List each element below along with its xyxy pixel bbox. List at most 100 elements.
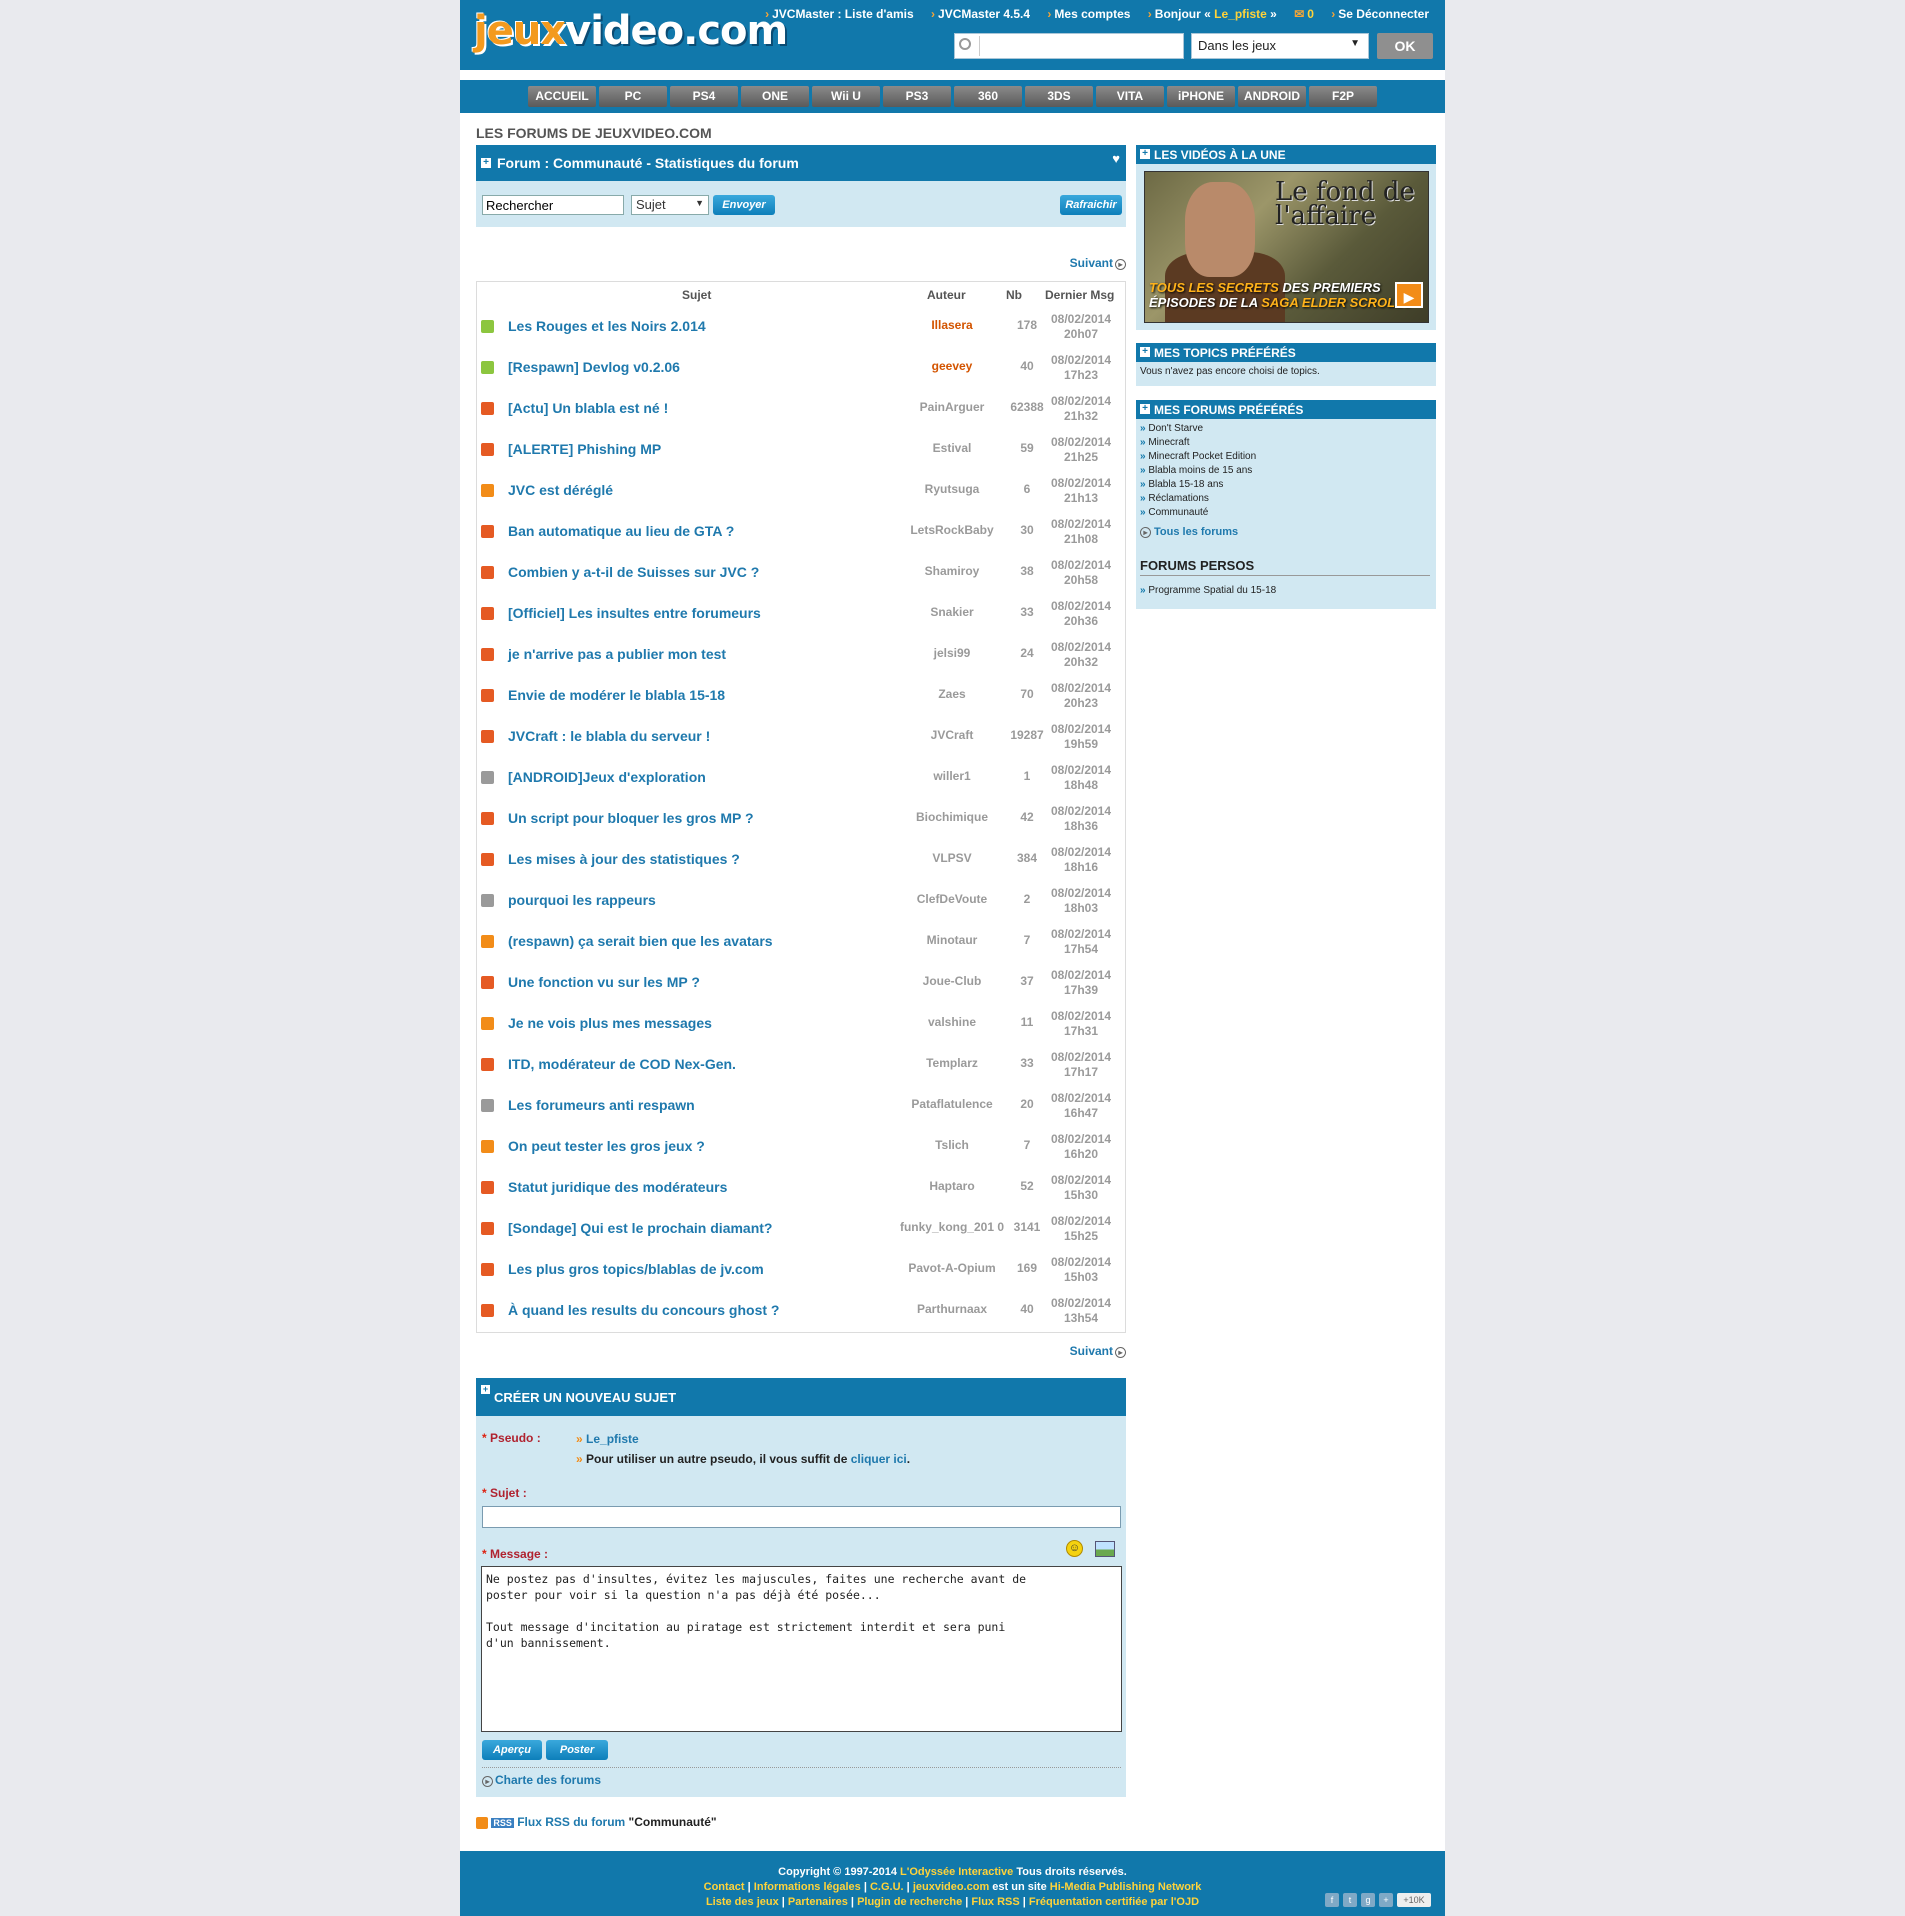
topic-row[interactable]: JVCraft : le blabla du serveur ! JVCraft 1…: [477, 716, 1125, 757]
topic-row[interactable]: Les Rouges et les Noirs 2.014 Illasera 178…: [477, 306, 1125, 347]
topic-row[interactable]: (respawn) ça serait bien que les avatars…: [477, 921, 1125, 962]
topic-subject-link[interactable]: On peut tester les gros jeux ?: [508, 1138, 705, 1154]
company-link[interactable]: L'Odyssée Interactive: [900, 1866, 1013, 1878]
nav-tab-ps4[interactable]: PS4: [670, 86, 738, 107]
topic-author[interactable]: Minotaur: [897, 933, 1007, 947]
topic-last-message[interactable]: 08/02/2014 16h20: [1039, 1132, 1123, 1162]
topic-author[interactable]: Ryutsuga: [897, 482, 1007, 496]
search-type-select[interactable]: Sujet ▼: [631, 195, 709, 215]
smiley-icon[interactable]: ☺: [1066, 1540, 1083, 1557]
topic-row[interactable]: On peut tester les gros jeux ? Tslich 7 08/…: [477, 1126, 1125, 1167]
expand-icon[interactable]: +: [481, 158, 491, 168]
topic-subject-link[interactable]: Je ne vois plus mes messages: [508, 1015, 712, 1031]
topic-last-message[interactable]: 08/02/2014 15h03: [1039, 1255, 1123, 1285]
post-button[interactable]: Poster: [546, 1740, 608, 1760]
facebook-icon[interactable]: f: [1325, 1893, 1339, 1907]
topic-last-message[interactable]: 08/02/2014 18h16: [1039, 845, 1123, 875]
topic-subject-link[interactable]: Les plus gros topics/blablas de jv.com: [508, 1261, 764, 1277]
partners-link[interactable]: Partenaires: [788, 1896, 848, 1908]
topic-subject-link[interactable]: [Actu] Un blabla est né !: [508, 400, 668, 416]
topic-subject-link[interactable]: je n'arrive pas a publier mon test: [508, 646, 726, 662]
topic-row[interactable]: Statut juridique des modérateurs Haptaro 5…: [477, 1167, 1125, 1208]
topic-last-message[interactable]: 08/02/2014 21h32: [1039, 394, 1123, 424]
next-page-link-top[interactable]: Suivant ▸: [1070, 256, 1126, 270]
topic-author[interactable]: Templarz: [897, 1056, 1007, 1070]
topic-subject-link[interactable]: Combien y a-t-il de Suisses sur JVC ?: [508, 564, 759, 580]
pseudo-value[interactable]: Le_pfiste: [586, 1432, 639, 1446]
nav-tab-one[interactable]: ONE: [741, 86, 809, 107]
topic-author[interactable]: willer1: [897, 769, 1007, 783]
nav-tab-3ds[interactable]: 3DS: [1025, 86, 1093, 107]
topic-last-message[interactable]: 08/02/2014 17h17: [1039, 1050, 1123, 1080]
topic-author[interactable]: Snakier: [897, 605, 1007, 619]
topic-row[interactable]: je n'arrive pas a publier mon test jelsi9…: [477, 634, 1125, 675]
topic-author[interactable]: Zaes: [897, 687, 1007, 701]
topic-subject-link[interactable]: Les mises à jour des statistiques ?: [508, 851, 740, 867]
topic-author[interactable]: funky_kong_201 0: [897, 1220, 1007, 1234]
logout-link[interactable]: › Se Déconnecter: [1331, 7, 1429, 21]
topic-row[interactable]: [Officiel] Les insultes entre forumeurs S…: [477, 593, 1125, 634]
topic-author[interactable]: Illasera: [897, 318, 1007, 332]
fav-forum-item[interactable]: » Communauté: [1140, 507, 1208, 518]
subject-input[interactable]: [482, 1506, 1121, 1528]
himedia-link[interactable]: Hi-Media Publishing Network: [1050, 1881, 1202, 1893]
twitter-icon[interactable]: t: [1343, 1893, 1357, 1907]
topic-row[interactable]: JVC est déréglé Ryutsuga 6 08/02/2014 21h13: [477, 470, 1125, 511]
topic-last-message[interactable]: 08/02/2014 20h07: [1039, 312, 1123, 342]
topic-author[interactable]: Joue-Club: [897, 974, 1007, 988]
cgu-link[interactable]: C.G.U.: [870, 1881, 904, 1893]
topic-last-message[interactable]: 08/02/2014 21h25: [1039, 435, 1123, 465]
topic-row[interactable]: Envie de modérer le blabla 15-18 Zaes 70 08…: [477, 675, 1125, 716]
contact-link[interactable]: Contact: [704, 1881, 745, 1893]
nav-tab-vita[interactable]: VITA: [1096, 86, 1164, 107]
topic-author[interactable]: Pavot-A-Opium: [897, 1261, 1007, 1275]
nav-tab-f2p[interactable]: F2P: [1309, 86, 1377, 107]
topic-subject-link[interactable]: [Sondage] Qui est le prochain diamant?: [508, 1220, 772, 1236]
forum-charter-link[interactable]: ▸ Charte des forums: [482, 1773, 601, 1787]
topic-row[interactable]: Je ne vois plus mes messages valshine 11 08…: [477, 1003, 1125, 1044]
topic-row[interactable]: [ANDROID]Jeux d'exploration willer1 1 08/02…: [477, 757, 1125, 798]
topic-last-message[interactable]: 08/02/2014 18h48: [1039, 763, 1123, 793]
topic-subject-link[interactable]: [ANDROID]Jeux d'exploration: [508, 769, 706, 785]
next-page-link-bottom[interactable]: Suivant ▸: [1070, 1344, 1126, 1358]
topic-last-message[interactable]: 08/02/2014 20h58: [1039, 558, 1123, 588]
topic-row[interactable]: À quand les results du concours ghost ? P…: [477, 1290, 1125, 1331]
topic-row[interactable]: [Actu] Un blabla est né ! PainArguer 62388…: [477, 388, 1125, 429]
topic-subject-link[interactable]: À quand les results du concours ghost ?: [508, 1302, 779, 1318]
topic-row[interactable]: Les mises à jour des statistiques ? VLPSV…: [477, 839, 1125, 880]
play-icon[interactable]: ▶: [1395, 282, 1423, 308]
topic-author[interactable]: ClefDeVoute: [897, 892, 1007, 906]
topic-subject-link[interactable]: JVC est déréglé: [508, 482, 613, 498]
fav-forum-item[interactable]: » Blabla 15-18 ans: [1140, 479, 1223, 490]
username-link[interactable]: Le_pfiste: [1214, 7, 1267, 21]
topic-author[interactable]: Haptaro: [897, 1179, 1007, 1193]
topic-subject-link[interactable]: ITD, modérateur de COD Nex-Gen.: [508, 1056, 736, 1072]
ojd-link[interactable]: Fréquentation certifiée par l'OJD: [1029, 1896, 1199, 1908]
topic-subject-link[interactable]: Envie de modérer le blabla 15-18: [508, 687, 725, 703]
favorite-heart-icon[interactable]: ♥: [1112, 151, 1120, 166]
topic-row[interactable]: Ban automatique au lieu de GTA ? LetsRock…: [477, 511, 1125, 552]
topic-subject-link[interactable]: Statut juridique des modérateurs: [508, 1179, 727, 1195]
legal-link[interactable]: Informations légales: [754, 1881, 861, 1893]
site-logo[interactable]: jeuxvideo.com: [474, 8, 788, 54]
image-insert-icon[interactable]: [1095, 1541, 1115, 1557]
topic-row[interactable]: Combien y a-t-il de Suisses sur JVC ? Sha…: [477, 552, 1125, 593]
topic-author[interactable]: Parthurnaax: [897, 1302, 1007, 1316]
topic-subject-link[interactable]: Une fonction vu sur les MP ?: [508, 974, 700, 990]
search-plugin-link[interactable]: Plugin de recherche: [857, 1896, 962, 1908]
topic-author[interactable]: PainArguer: [897, 400, 1007, 414]
topic-author[interactable]: VLPSV: [897, 851, 1007, 865]
topic-subject-link[interactable]: [Respawn] Devlog v0.2.06: [508, 359, 680, 375]
topic-author[interactable]: Tslich: [897, 1138, 1007, 1152]
topic-row[interactable]: ITD, modérateur de COD Nex-Gen. Templarz 3…: [477, 1044, 1125, 1085]
topic-last-message[interactable]: 08/02/2014 13h54: [1039, 1296, 1123, 1326]
fav-forum-item[interactable]: » Minecraft: [1140, 437, 1189, 448]
perso-forum-item[interactable]: » Programme Spatial du 15-18: [1140, 585, 1276, 596]
expand-icon[interactable]: +: [1140, 149, 1150, 159]
change-pseudo-link[interactable]: cliquer ici: [851, 1452, 907, 1466]
expand-icon[interactable]: +: [1140, 347, 1150, 357]
send-search-button[interactable]: Envoyer: [713, 195, 775, 215]
topic-last-message[interactable]: 08/02/2014 20h32: [1039, 640, 1123, 670]
topic-last-message[interactable]: 08/02/2014 16h47: [1039, 1091, 1123, 1121]
my-accounts-link[interactable]: › Mes comptes: [1047, 7, 1130, 21]
